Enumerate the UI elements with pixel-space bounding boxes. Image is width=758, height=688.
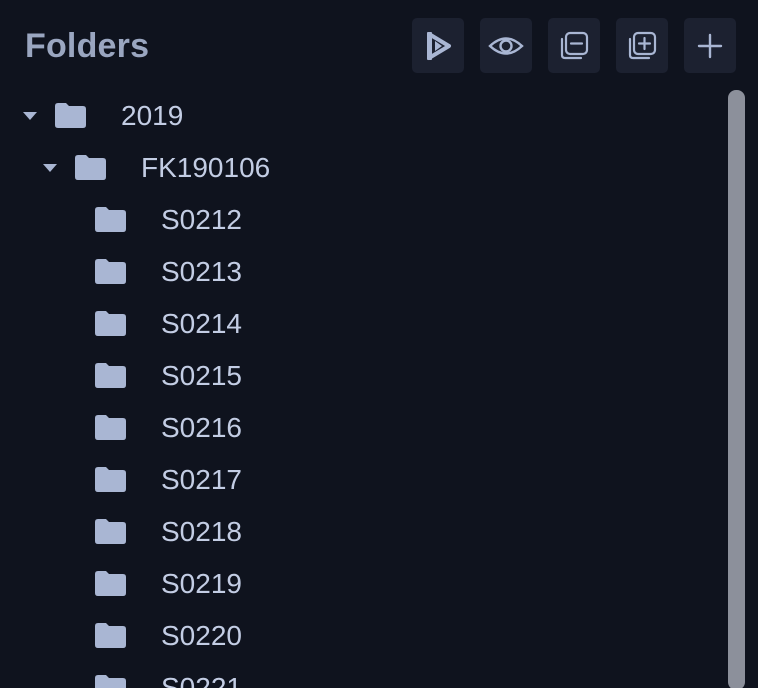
collapse-all-icon	[560, 31, 589, 59]
folder-tree: 2019 FK190106 S0212 S0213 S0214 S0215 S0…	[0, 90, 724, 688]
tree-label: S0212	[161, 204, 242, 235]
tree-row-item[interactable]: S0212	[0, 194, 724, 246]
tree-row-child[interactable]: FK190106	[0, 142, 724, 194]
eye-icon	[488, 36, 524, 55]
panel-toolbar	[412, 18, 736, 73]
folder-icon	[75, 155, 106, 180]
folder-icon	[95, 259, 126, 284]
tree-row-item[interactable]: S0213	[0, 246, 724, 298]
expand-all-icon	[628, 31, 657, 59]
tree-label: FK190106	[141, 152, 271, 183]
folder-icon	[95, 415, 126, 440]
folder-icon	[95, 207, 126, 232]
folder-icon	[95, 519, 126, 544]
tree-row-root[interactable]: 2019	[0, 90, 724, 142]
tree-row-item[interactable]: S0217	[0, 454, 724, 506]
collapse-all-button[interactable]	[548, 18, 600, 73]
tree-label: S0213	[161, 256, 242, 287]
plus-icon	[697, 33, 723, 58]
tree-label: S0218	[161, 516, 242, 547]
play-button[interactable]	[412, 18, 464, 73]
view-button[interactable]	[480, 18, 532, 73]
play-logo-icon	[427, 31, 451, 60]
folder-icon	[95, 363, 126, 388]
tree-row-item[interactable]: S0218	[0, 506, 724, 558]
tree-label: S0216	[161, 412, 242, 443]
vertical-scrollbar[interactable]	[728, 90, 745, 688]
folder-icon	[55, 103, 86, 128]
panel-header: Folders	[0, 0, 758, 92]
caret-down-icon[interactable]	[42, 162, 58, 174]
folder-icon	[95, 311, 126, 336]
tree-label: S0217	[161, 464, 242, 495]
folder-icon	[95, 675, 126, 688]
folder-icon	[95, 571, 126, 596]
tree-row-item[interactable]: S0214	[0, 298, 724, 350]
folders-panel: Folders 2019 FK190106 S0212 S0213 S0214 …	[0, 0, 758, 688]
add-folder-button[interactable]	[684, 18, 736, 73]
tree-label: S0214	[161, 308, 242, 339]
tree-row-item[interactable]: S0221	[0, 662, 724, 688]
panel-title: Folders	[25, 27, 150, 65]
tree-label: S0220	[161, 620, 242, 651]
tree-label: 2019	[121, 100, 184, 131]
tree-row-item[interactable]: S0219	[0, 558, 724, 610]
tree-label: S0221	[161, 672, 242, 688]
tree-label: S0219	[161, 568, 242, 599]
tree-label: S0215	[161, 360, 242, 391]
tree-row-item[interactable]: S0216	[0, 402, 724, 454]
expand-all-button[interactable]	[616, 18, 668, 73]
tree-row-item[interactable]: S0220	[0, 610, 724, 662]
tree-row-item[interactable]: S0215	[0, 350, 724, 402]
folder-icon	[95, 623, 126, 648]
folder-icon	[95, 467, 126, 492]
caret-down-icon[interactable]	[22, 110, 38, 122]
